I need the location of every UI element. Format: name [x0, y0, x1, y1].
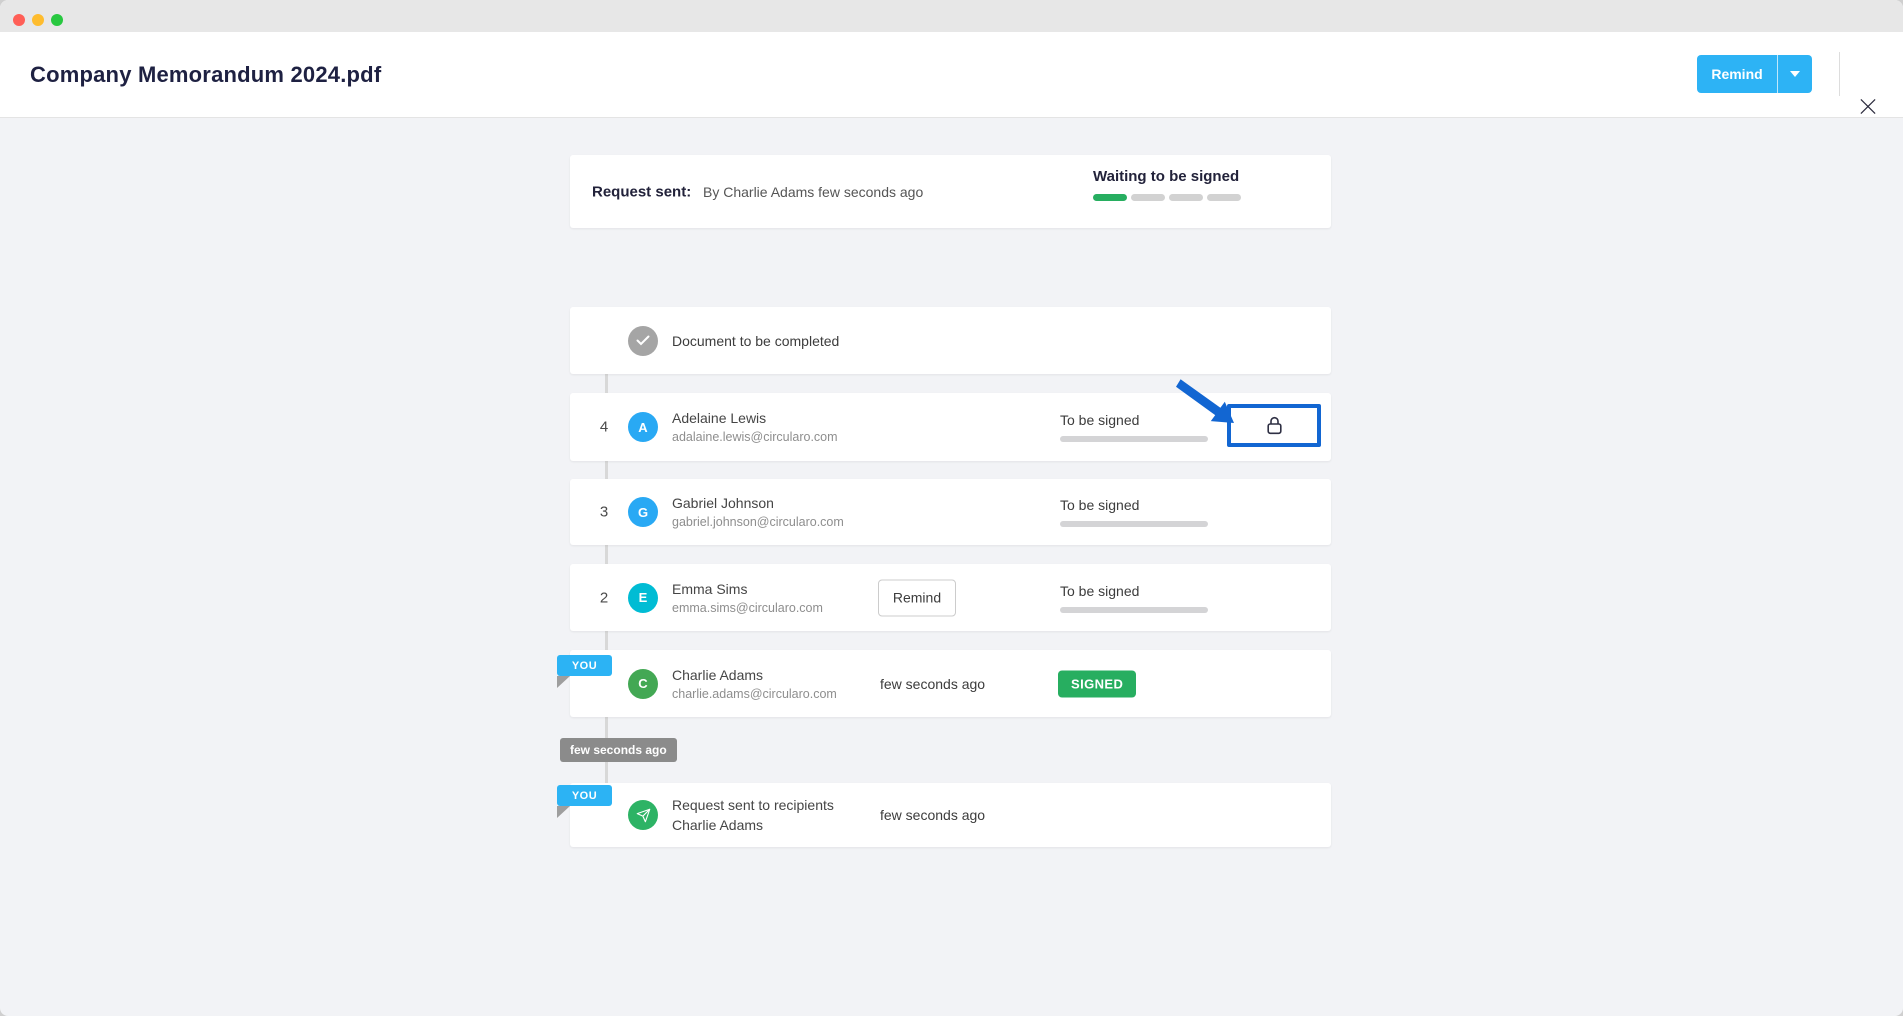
recipient-email: gabriel.johnson@circularo.com	[672, 515, 844, 529]
recipient-identity: Gabriel Johnson gabriel.johnson@circular…	[672, 495, 844, 529]
fullscreen-traffic-light[interactable]	[51, 14, 63, 26]
progress-segment	[1093, 194, 1127, 201]
request-status-card: Request sent: By Charlie Adams few secon…	[570, 155, 1331, 228]
sent-event-text: Request sent to recipients Charlie Adams	[672, 797, 834, 833]
signing-progress-bar	[1093, 194, 1241, 201]
avatar: A	[628, 412, 658, 442]
recipient-name: Emma Sims	[672, 581, 823, 597]
remind-button[interactable]: Remind	[1697, 55, 1777, 93]
sent-event-line2: Charlie Adams	[672, 817, 834, 833]
chevron-down-icon	[1790, 71, 1800, 77]
recipient-status-bar	[1060, 607, 1208, 613]
titlebar	[0, 0, 1903, 33]
recipient-order: 3	[594, 504, 614, 521]
recipient-status-bar	[1060, 436, 1208, 442]
completion-step-icon	[628, 326, 658, 356]
check-icon	[636, 335, 650, 346]
recipient-status-block: To be signed	[1060, 583, 1208, 613]
recipient-status-block: To be signed	[1060, 497, 1208, 527]
recipient-name: Charlie Adams	[672, 667, 837, 683]
recipient-order: 4	[594, 419, 614, 436]
document-title: Company Memorandum 2024.pdf	[30, 62, 381, 88]
locked-signer-indicator[interactable]	[1227, 404, 1321, 447]
you-badge: YOU	[557, 785, 612, 806]
recipient-row-gabriel: 3 G Gabriel Johnson gabriel.johnson@circ…	[570, 479, 1331, 545]
signing-status-text: Waiting to be signed	[1093, 168, 1241, 185]
sent-event-time: few seconds ago	[880, 807, 985, 823]
avatar: G	[628, 497, 658, 527]
recipient-name: Adelaine Lewis	[672, 410, 838, 426]
close-button[interactable]	[1854, 93, 1882, 119]
avatar: E	[628, 583, 658, 613]
completion-label: Document to be completed	[672, 333, 839, 349]
sent-event-line1: Request sent to recipients	[672, 797, 834, 813]
recipient-identity: Charlie Adams charlie.adams@circularo.co…	[672, 667, 837, 701]
timeline-time-tag: few seconds ago	[560, 738, 677, 762]
request-sent-value: By Charlie Adams few seconds ago	[703, 184, 923, 200]
you-badge-tail	[557, 806, 570, 818]
recipient-row-charlie: C Charlie Adams charlie.adams@circularo.…	[570, 650, 1331, 717]
recipient-email: emma.sims@circularo.com	[672, 601, 823, 615]
progress-segment	[1131, 194, 1165, 201]
remind-dropdown-button[interactable]	[1777, 55, 1812, 93]
you-badge-tail	[557, 676, 570, 688]
recipient-order: 2	[594, 589, 614, 606]
close-icon	[1860, 97, 1876, 116]
recipient-identity: Adelaine Lewis adalaine.lewis@circularo.…	[672, 410, 838, 444]
signed-badge: SIGNED	[1058, 670, 1136, 697]
paper-plane-icon	[636, 808, 651, 823]
recipient-name: Gabriel Johnson	[672, 495, 844, 511]
timeline-item-completion: Document to be completed	[570, 307, 1331, 374]
you-badge: YOU	[557, 655, 612, 676]
recipient-status-text: To be signed	[1060, 583, 1208, 599]
recipient-status-bar	[1060, 521, 1208, 527]
event-row-request-sent: Request sent to recipients Charlie Adams…	[570, 783, 1331, 847]
remind-split-button: Remind	[1697, 55, 1812, 93]
recipient-row-emma: 2 E Emma Sims emma.sims@circularo.com Re…	[570, 564, 1331, 631]
signed-time: few seconds ago	[880, 676, 985, 692]
recipient-email: adalaine.lewis@circularo.com	[672, 430, 838, 444]
recipient-status-text: To be signed	[1060, 497, 1208, 513]
signing-status-block: Waiting to be signed	[1093, 168, 1241, 201]
request-sent-label: Request sent:	[592, 183, 691, 200]
callout-arrow-icon	[1176, 377, 1238, 434]
sent-event-icon-circle	[628, 800, 658, 830]
close-traffic-light[interactable]	[13, 14, 25, 26]
progress-segment	[1207, 194, 1241, 201]
app-window: Company Memorandum 2024.pdf Remind Reque…	[0, 0, 1903, 1016]
progress-segment	[1169, 194, 1203, 201]
header-divider	[1839, 52, 1840, 96]
avatar: C	[628, 669, 658, 699]
recipient-identity: Emma Sims emma.sims@circularo.com	[672, 581, 823, 615]
recipient-email: charlie.adams@circularo.com	[672, 687, 837, 701]
remind-recipient-button[interactable]: Remind	[878, 579, 956, 616]
minimize-traffic-light[interactable]	[32, 14, 44, 26]
lock-icon	[1267, 416, 1282, 435]
document-header: Company Memorandum 2024.pdf Remind	[0, 32, 1903, 118]
